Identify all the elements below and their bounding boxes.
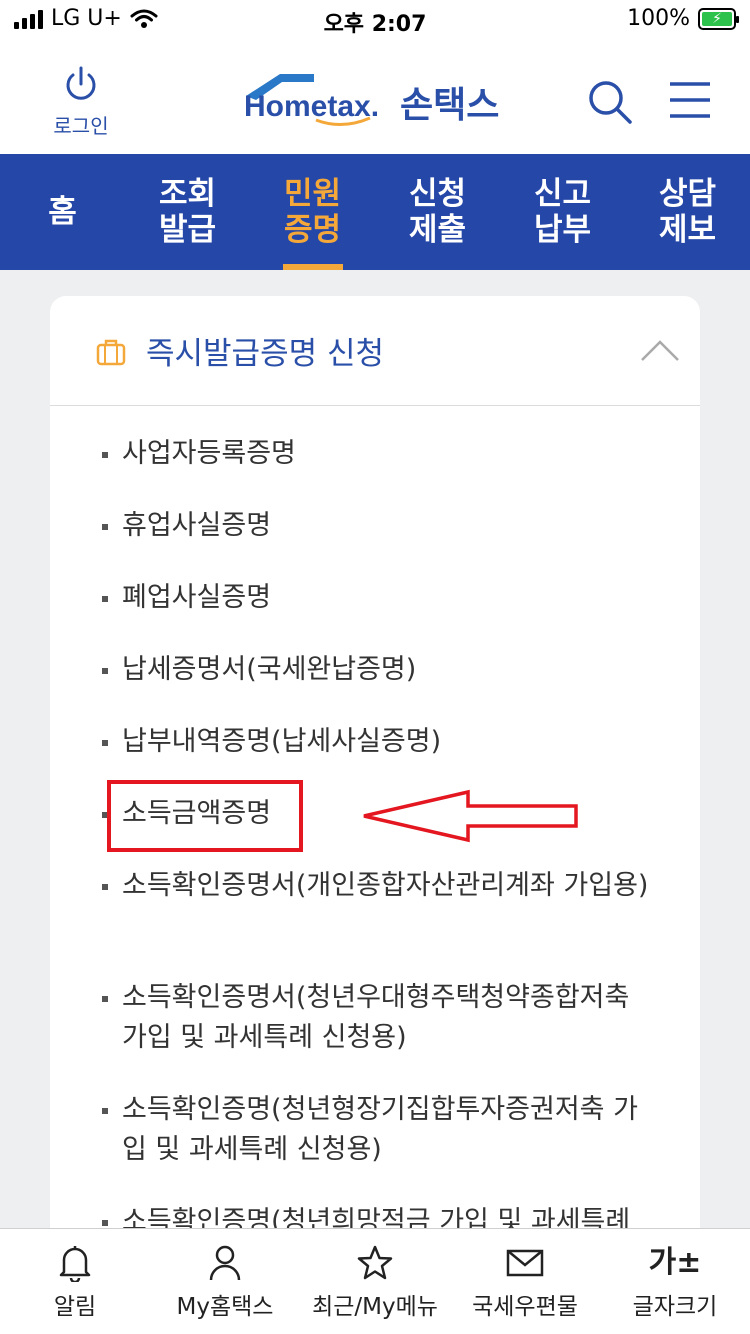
tab-tax-mail[interactable]: 국세우편물: [450, 1229, 600, 1334]
header: 로그인 Hometax. 손택스: [0, 40, 750, 154]
chevron-up-icon[interactable]: [640, 338, 680, 362]
tab-tax-mail-label: 국세우편물: [472, 1294, 578, 1320]
bottom-tab-bar: 알림 My홈택스 최근/My메뉴 국세우편물 가± 글자크기: [0, 1228, 750, 1334]
search-icon[interactable]: [586, 78, 634, 126]
pointer-arrow-icon: [363, 789, 578, 843]
tab-my-hometax[interactable]: My홈택스: [150, 1229, 300, 1334]
hometax-logo-mark: Hometax.: [244, 74, 379, 126]
tab-notifications-label: 알림: [53, 1294, 97, 1320]
login-label: 로그인: [53, 114, 109, 138]
nav-item-inquiry[interactable]: 조회 발급: [125, 154, 250, 270]
brand-label: 손택스: [400, 85, 500, 126]
list-item-income-isa[interactable]: 소득확인증명서(개인종합자산관리계좌 가입용): [102, 866, 662, 906]
battery-label: 100%: [627, 6, 690, 31]
highlight-box: [107, 780, 303, 852]
main-nav: 홈 조회 발급 민원 증명 신청 제출 신고 납부 상담 제보: [0, 154, 750, 270]
hometax-logo[interactable]: Hometax. 손택스: [242, 70, 512, 130]
list-item-tax-payment-certificate[interactable]: 납세증명서(국세완납증명): [102, 650, 662, 690]
hamburger-menu-icon[interactable]: [668, 80, 712, 120]
nav-item-report-payment[interactable]: 신고 납부: [500, 154, 625, 270]
nav-item-consult[interactable]: 상담 제보: [625, 154, 750, 270]
list-item-closure[interactable]: 폐업사실증명: [102, 578, 662, 618]
bell-icon: [59, 1246, 91, 1282]
star-icon: [357, 1245, 393, 1280]
tab-recent-my-menu[interactable]: 최근/My메뉴: [300, 1229, 450, 1334]
tab-font-size[interactable]: 가± 글자크기: [600, 1229, 750, 1334]
list-item-business-registration[interactable]: 사업자등록증명: [102, 434, 662, 474]
login-button[interactable]: 로그인: [46, 64, 116, 139]
status-bar: LG U+ 오후 2:07 100% ⚡: [0, 0, 750, 40]
font-size-icon: 가±: [648, 1245, 702, 1280]
instant-certificate-card: 즉시발급증명 신청 사업자등록증명 휴업사실증명 폐업사실증명 납세증명서(국세…: [50, 296, 700, 1256]
person-icon: [209, 1245, 241, 1281]
mail-icon: [506, 1249, 544, 1277]
tab-recent-my-menu-label: 최근/My메뉴: [312, 1294, 438, 1320]
list-item-income-youth-housing[interactable]: 소득확인증명서(청년우대형주택청약종합저축 가입 및 과세특례 신청용): [102, 978, 662, 1058]
list-item-income-youth-fund[interactable]: 소득확인증명(청년형장기집합투자증권저축 가입 및 과세특례 신청용): [102, 1090, 662, 1170]
nav-item-application[interactable]: 신청 제출: [375, 154, 500, 270]
briefcase-icon: [96, 339, 126, 366]
card-title: 즉시발급증명 신청: [146, 336, 385, 372]
status-right: 100% ⚡: [627, 6, 739, 31]
nav-item-home[interactable]: 홈: [0, 154, 125, 270]
list-item-closure-temporary[interactable]: 휴업사실증명: [102, 506, 662, 546]
tab-font-size-label: 글자크기: [632, 1294, 718, 1320]
power-icon: [66, 66, 96, 100]
battery-icon: ⚡: [698, 7, 739, 30]
tab-notifications[interactable]: 알림: [0, 1229, 150, 1334]
nav-item-civil-certificate[interactable]: 민원 증명: [250, 154, 375, 270]
card-header[interactable]: 즉시발급증명 신청: [50, 296, 700, 406]
tab-my-hometax-label: My홈택스: [176, 1294, 274, 1320]
list-item-payment-history[interactable]: 납부내역증명(납세사실증명): [102, 722, 662, 762]
logo-text: Hometax.: [244, 90, 379, 123]
